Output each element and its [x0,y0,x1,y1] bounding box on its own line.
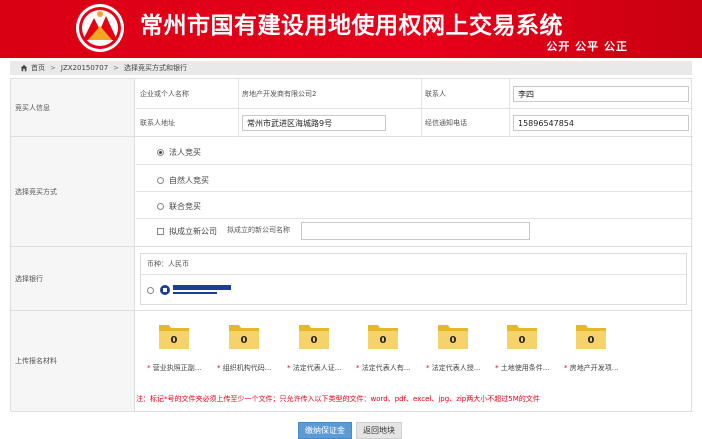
upload-item-text: 法定代表人证... [292,364,342,372]
upload-item-label: * 法定代表人证... [287,363,365,373]
svg-text:0: 0 [450,335,457,346]
upload-folder-icon[interactable]: 0 [574,321,608,351]
upload-label: 上传报名材料 [11,311,135,411]
new-company-name-label: 拟成立的新公司名称 [227,226,290,234]
bid-method-section: 选择竞买方式 法人竞买 自然人竞买 联合竞买 拟成立新公司 拟成立的新公司名称 [11,137,693,247]
upload-item-text: 营业执照正副... [152,364,202,372]
upload-item-label: * 土地使用条件... [495,363,573,373]
upload-folder-icon[interactable]: 0 [505,321,539,351]
breadcrumb: 首页 > JZX20150707 > 选择竞买方式和银行 [10,61,692,75]
currency-text: 币种：人民币 [147,260,189,268]
radio-natural-person[interactable]: 自然人竞买 [157,175,209,186]
address-input[interactable]: 常州市武进区海城路9号 [242,115,386,131]
svg-text:0: 0 [171,335,178,346]
ccb-bank-logo [160,285,231,295]
company-name-value: 房地产开发商有限公司2 [242,89,317,98]
upload-folder-icon[interactable]: 0 [157,321,191,351]
upload-folder-icon[interactable]: 0 [436,321,470,351]
new-company-checkbox[interactable]: 拟成立新公司 [157,226,217,237]
upload-item-label: * 房地产开发项... [564,363,642,373]
svg-text:0: 0 [588,335,595,346]
bid-form: 竞买人信息 企业或个人名称 房地产开发商有限公司2 联系人 李四 联系人地址 常… [10,78,693,412]
upload-note: 注：标记*号的文件夹必须上传至少一个文件；只允许传入以下类型的文件：word、p… [136,395,540,403]
contact-input[interactable]: 李四 [513,86,689,102]
upload-item-label: * 营业执照正副... [147,363,225,373]
upload-item-label: * 组织机构代码... [217,363,295,373]
radio-label: 法人竞买 [169,148,201,157]
contact-label: 联系人 [425,89,446,98]
breadcrumb-current: 选择竞买方式和银行 [124,64,188,72]
upload-folder-icon[interactable]: 0 [366,321,400,351]
breadcrumb-home[interactable]: 首页 [31,63,45,73]
svg-text:0: 0 [241,335,248,346]
company-name-label: 企业或个人名称 [140,89,189,98]
phone-label: 经信通知电话 [425,118,467,127]
breadcrumb-parcel[interactable]: JZX20150707 [61,64,108,72]
radio-label: 自然人竞买 [169,176,209,185]
upload-item-label: * 法定代表人有... [356,363,434,373]
address-label: 联系人地址 [140,118,175,127]
checkbox-label: 拟成立新公司 [169,227,217,236]
breadcrumb-separator: > [113,64,120,72]
svg-text:0: 0 [380,335,387,346]
upload-item-text: 组织机构代码... [222,364,272,372]
bank-label: 选择银行 [11,247,135,310]
pay-deposit-button[interactable]: 缴纳保证金 [298,422,352,439]
radio-joint-bid[interactable]: 联合竞买 [157,201,201,212]
bidder-info-label: 竞买人信息 [11,79,135,136]
bidder-info-section: 竞买人信息 企业或个人名称 房地产开发商有限公司2 联系人 李四 联系人地址 常… [11,79,693,137]
site-header: 常州市国有建设用地使用权网上交易系统 公开 公平 公正 [0,0,702,58]
upload-item-text: 法定代表人授... [431,364,481,372]
phone-input[interactable]: 15896547854 [513,115,689,131]
radio-button[interactable] [157,203,164,210]
site-title: 常州市国有建设用地使用权网上交易系统 [140,13,563,39]
bank-section: 选择银行 币种：人民币 [11,247,693,311]
upload-item-label: * 法定代表人授... [426,363,504,373]
svg-text:0: 0 [311,335,318,346]
upload-folder-icon[interactable]: 0 [227,321,261,351]
logo-icon [76,4,124,52]
site-slogan: 公开 公平 公正 [546,40,628,53]
radio-legal-person[interactable]: 法人竞买 [157,147,201,158]
radio-button[interactable] [157,177,164,184]
bank-box: 币种：人民币 [140,253,687,305]
radio-label: 联合竞买 [169,202,201,211]
home-icon [20,64,28,72]
breadcrumb-separator: > [50,64,56,72]
upload-item-text: 土地使用条件... [500,364,550,372]
checkbox[interactable] [157,228,164,235]
new-company-name-input[interactable] [301,222,530,240]
radio-button[interactable] [147,286,154,294]
svg-text:0: 0 [519,335,526,346]
bank-option-ccb[interactable] [147,284,233,296]
upload-item-text: 房地产开发项... [569,364,619,372]
upload-folder-icon[interactable]: 0 [297,321,331,351]
upload-item-text: 法定代表人有... [361,364,411,372]
bid-method-label: 选择竞买方式 [11,137,135,246]
back-to-parcel-button[interactable]: 返回地块 [356,422,402,439]
radio-button[interactable] [157,149,164,156]
